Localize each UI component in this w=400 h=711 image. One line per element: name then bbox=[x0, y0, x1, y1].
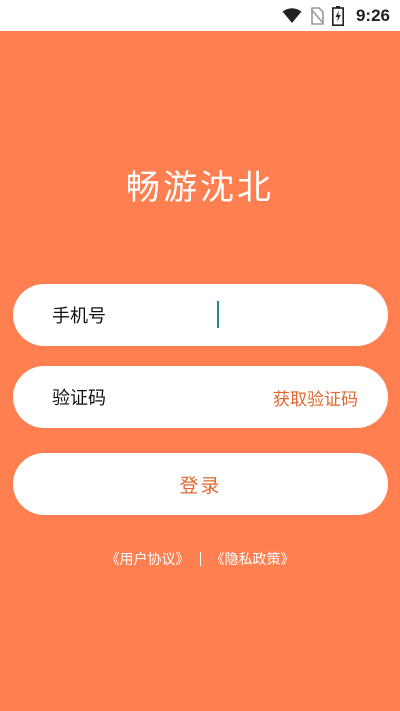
phone-field[interactable]: 手机号 bbox=[13, 284, 388, 346]
app-title: 畅游沈北 bbox=[126, 168, 274, 208]
wifi-icon bbox=[282, 7, 302, 24]
no-sim-icon bbox=[310, 6, 324, 25]
phone-label: 手机号 bbox=[52, 306, 106, 327]
user-agreement-link[interactable]: 《用户协议》 bbox=[106, 549, 190, 569]
status-time: 9:26 bbox=[355, 5, 390, 25]
get-code-button[interactable]: 获取验证码 bbox=[273, 385, 358, 410]
battery-charging-icon bbox=[331, 5, 344, 26]
code-label: 验证码 bbox=[52, 388, 106, 409]
verification-code-field[interactable]: 验证码 获取验证码 bbox=[13, 366, 388, 428]
privacy-policy-link[interactable]: 《隐私政策》 bbox=[211, 549, 295, 569]
login-button[interactable]: 登录 bbox=[13, 453, 388, 515]
text-cursor bbox=[217, 301, 219, 328]
agreement-links: 《用户协议》 《隐私政策》 bbox=[0, 549, 400, 569]
status-bar: 9:26 bbox=[0, 0, 400, 31]
divider bbox=[199, 552, 201, 566]
